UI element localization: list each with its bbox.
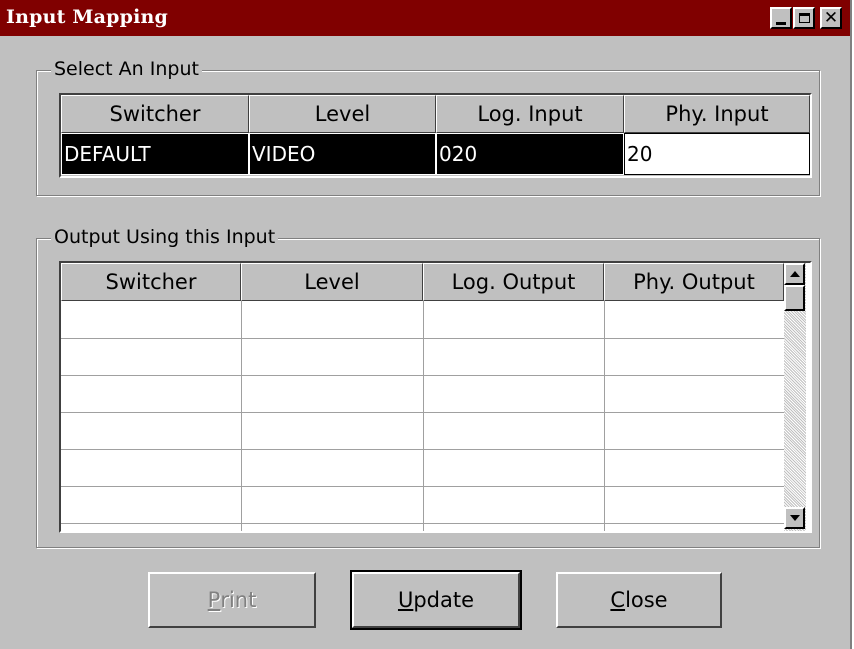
output-cell[interactable]: [604, 301, 784, 338]
scroll-down-button[interactable]: [784, 507, 805, 529]
output-cell[interactable]: [61, 338, 241, 375]
output-header-switcher[interactable]: Switcher: [61, 263, 241, 301]
output-cell[interactable]: [604, 412, 784, 449]
header-level[interactable]: Level: [249, 95, 436, 133]
output-cell[interactable]: [241, 449, 423, 486]
output-cell[interactable]: [241, 338, 423, 375]
input-cell-log-input[interactable]: 020: [436, 133, 624, 175]
scroll-thumb[interactable]: [784, 285, 805, 311]
update-button[interactable]: Update: [350, 570, 522, 630]
scroll-up-arrow-icon: [789, 271, 800, 277]
output-header-phy-output[interactable]: Phy. Output: [604, 263, 784, 301]
output-column-divider: [604, 301, 605, 531]
output-cell[interactable]: [241, 301, 423, 338]
output-cell[interactable]: [61, 486, 241, 523]
output-column-divider: [423, 301, 424, 531]
output-cell[interactable]: [241, 375, 423, 412]
maximize-button[interactable]: [793, 7, 815, 29]
input-cell-phy-input[interactable]: 20: [624, 133, 810, 175]
output-using-input-group-label: Output Using this Input: [51, 226, 279, 248]
output-cell[interactable]: [61, 412, 241, 449]
output-cell[interactable]: [604, 375, 784, 412]
header-log-input[interactable]: Log. Input: [436, 95, 624, 133]
close-window-button[interactable]: ✕: [820, 7, 842, 29]
output-grid: Switcher Level Log. Output Phy. Output: [59, 261, 812, 533]
select-input-grid: Switcher Level Log. Input Phy. Input DEF…: [59, 93, 812, 178]
select-input-group: Select An Input Switcher Level Log. Inpu…: [36, 58, 820, 196]
title-bar[interactable]: Input Mapping ✕: [0, 0, 850, 36]
window-title: Input Mapping: [6, 6, 169, 28]
close-button[interactable]: Close: [556, 572, 722, 628]
output-cell[interactable]: [604, 338, 784, 375]
header-phy-input[interactable]: Phy. Input: [624, 95, 810, 133]
output-cell[interactable]: [604, 486, 784, 523]
output-header-log-output[interactable]: Log. Output: [423, 263, 604, 301]
minimize-icon: [776, 21, 786, 25]
input-cell-switcher[interactable]: DEFAULT: [61, 133, 249, 175]
output-scrollbar[interactable]: [784, 263, 806, 531]
maximize-icon: [798, 13, 810, 23]
output-column-divider: [241, 301, 242, 531]
header-switcher[interactable]: Switcher: [61, 95, 249, 133]
output-cell[interactable]: [423, 301, 604, 338]
output-cell[interactable]: [241, 486, 423, 523]
close-icon: ✕: [823, 7, 839, 28]
output-cell[interactable]: [61, 301, 241, 338]
scroll-up-button[interactable]: [784, 263, 805, 285]
select-input-group-label: Select An Input: [51, 58, 202, 80]
minimize-button[interactable]: [770, 7, 792, 29]
scroll-down-arrow-icon: [789, 515, 800, 521]
output-cell[interactable]: [604, 449, 784, 486]
output-cell[interactable]: [423, 449, 604, 486]
output-cell[interactable]: [423, 486, 604, 523]
output-header-level[interactable]: Level: [241, 263, 423, 301]
input-mapping-window: Input Mapping ✕ Select An Input Switcher…: [0, 0, 852, 649]
output-cell[interactable]: [61, 449, 241, 486]
input-cell-level[interactable]: VIDEO: [249, 133, 436, 175]
output-cell[interactable]: [423, 412, 604, 449]
output-cell[interactable]: [423, 338, 604, 375]
output-cell[interactable]: [423, 375, 604, 412]
output-cell[interactable]: [241, 412, 423, 449]
print-button[interactable]: Print: [148, 572, 316, 628]
output-cell[interactable]: [61, 375, 241, 412]
output-using-input-group: Output Using this Input Switcher Level L…: [36, 226, 820, 548]
